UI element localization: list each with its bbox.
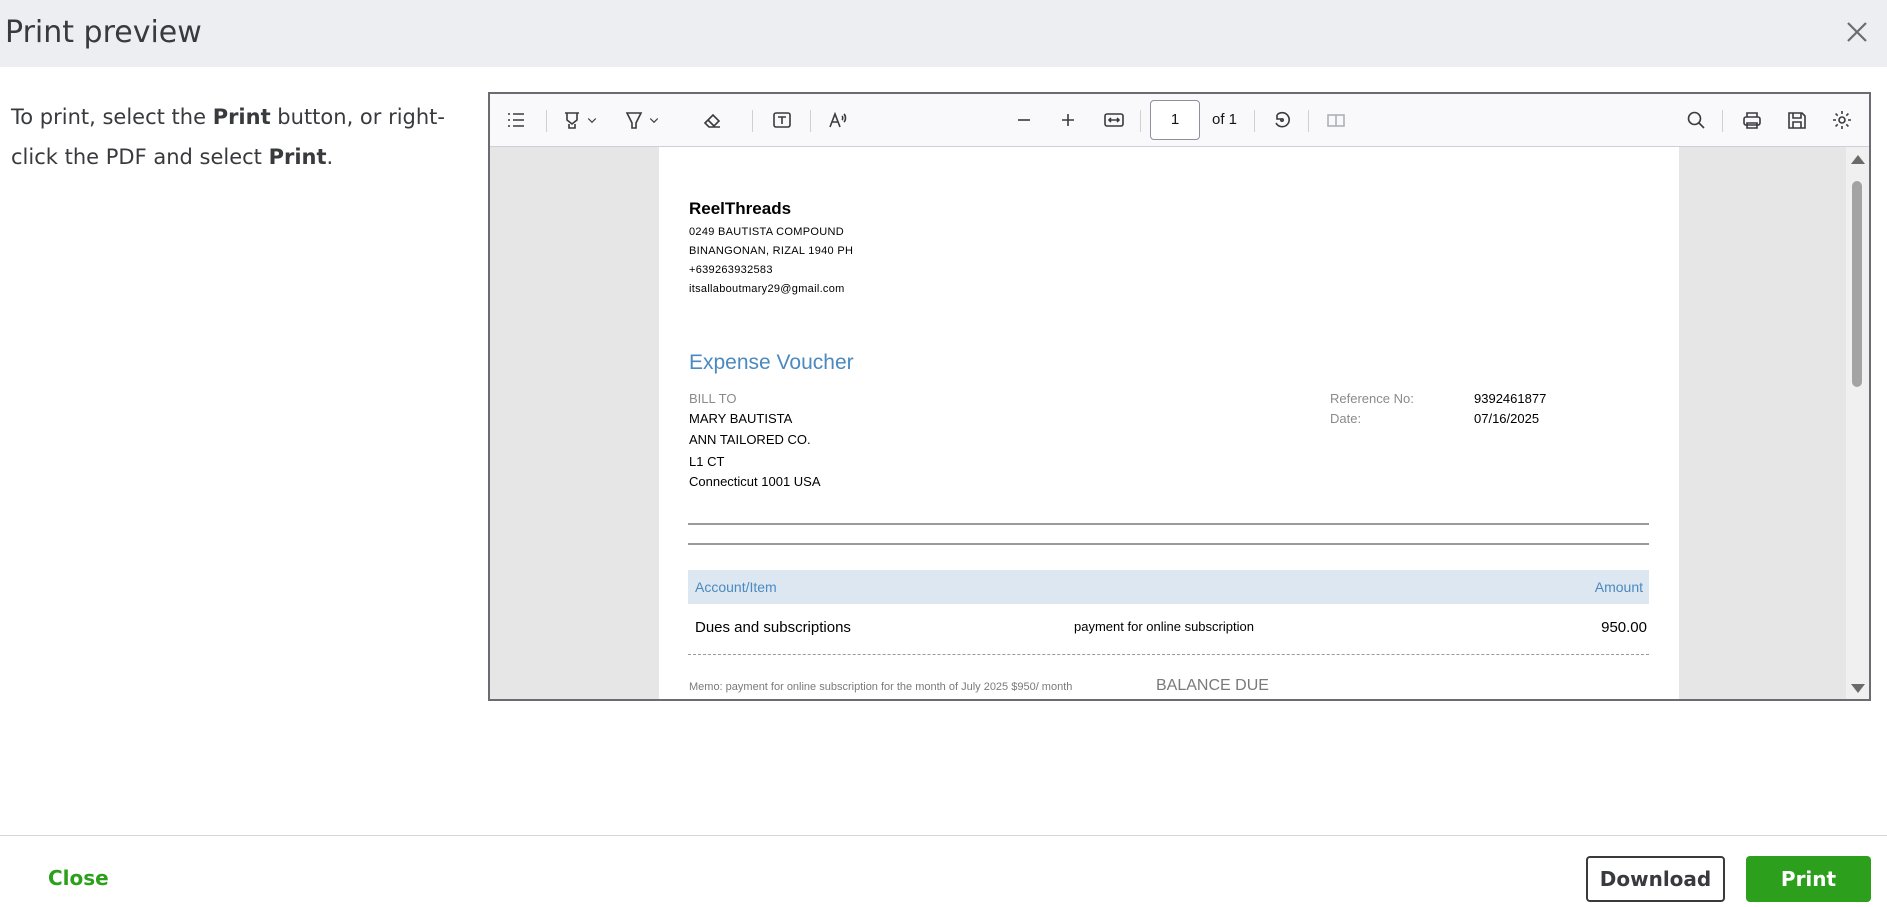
instructions-text-1: To print, select the xyxy=(11,105,213,129)
bill-to-line: MARY BAUTISTA xyxy=(689,411,793,426)
print-button[interactable]: Print xyxy=(1746,856,1871,902)
reference-label: Reference No: xyxy=(1330,391,1414,406)
toolbar-divider xyxy=(1254,110,1255,132)
search-icon[interactable] xyxy=(1682,106,1710,134)
document-title: Expense Voucher xyxy=(689,351,854,374)
company-address-line2: BINANGONAN, RIZAL 1940 PH xyxy=(689,245,854,257)
zoom-in-icon[interactable] xyxy=(1054,106,1082,134)
bill-to-line: L1 CT xyxy=(689,454,725,469)
toolbar-divider xyxy=(1722,110,1723,132)
balance-due-label: BALANCE DUE xyxy=(1156,677,1269,694)
bill-to-line: ANN TAILORED CO. xyxy=(689,432,811,447)
page-number-input[interactable]: 1 xyxy=(1150,100,1200,140)
highlight-icon[interactable] xyxy=(558,106,586,134)
vertical-scrollbar[interactable] xyxy=(1846,147,1869,699)
pdf-toolbar: 1 of 1 xyxy=(490,94,1869,147)
page-count: of 1 xyxy=(1212,111,1238,128)
save-icon[interactable] xyxy=(1783,106,1811,134)
dialog-footer: Close Download Print xyxy=(0,835,1887,907)
instructions-bold-print-2: Print xyxy=(268,145,327,169)
toolbar-divider xyxy=(810,110,811,132)
reference-value: 9392461877 xyxy=(1474,391,1547,406)
company-name: ReelThreads xyxy=(689,199,792,218)
chevron-down-icon[interactable] xyxy=(646,106,662,134)
settings-icon[interactable] xyxy=(1828,106,1856,134)
print-icon[interactable] xyxy=(1738,106,1766,134)
dashed-divider xyxy=(688,654,1649,655)
fit-width-icon[interactable] xyxy=(1100,106,1128,134)
row-amount: 950.00 xyxy=(1601,619,1647,636)
table-header: Account/Item Amount xyxy=(688,570,1649,604)
rotate-icon[interactable] xyxy=(1268,106,1296,134)
bill-to-label: BILL TO xyxy=(689,391,737,406)
toolbar-divider xyxy=(752,110,753,132)
toolbar-divider xyxy=(546,110,547,132)
draw-icon[interactable] xyxy=(620,106,648,134)
close-icon[interactable] xyxy=(1841,16,1873,48)
download-button[interactable]: Download xyxy=(1586,856,1725,902)
text-box-icon[interactable] xyxy=(768,106,796,134)
memo-text: Memo: payment for online subscription fo… xyxy=(689,681,1073,693)
bill-to-line: Connecticut 1001 USA xyxy=(689,474,821,489)
company-address-line1: 0249 BAUTISTA COMPOUND xyxy=(689,226,844,238)
close-button[interactable]: Close xyxy=(48,866,109,890)
sidebar-toggle-icon[interactable] xyxy=(502,106,530,134)
company-email: itsallaboutmary29@gmail.com xyxy=(689,283,845,295)
pdf-viewer: 1 of 1 ReelThreads 0249 BAUTISTA COMPOUN… xyxy=(488,92,1871,701)
toolbar-divider xyxy=(1308,110,1309,132)
read-aloud-icon[interactable] xyxy=(824,106,852,134)
pdf-document-area[interactable]: ReelThreads 0249 BAUTISTA COMPOUND BINAN… xyxy=(490,147,1850,699)
date-value: 07/16/2025 xyxy=(1474,411,1540,426)
scrollbar-thumb[interactable] xyxy=(1852,181,1862,387)
instructions-bold-print-1: Print xyxy=(212,105,271,129)
column-header-account: Account/Item xyxy=(695,579,777,595)
scroll-up-arrow-icon[interactable] xyxy=(1851,155,1865,164)
toolbar-divider xyxy=(1140,110,1141,132)
pdf-page: ReelThreads 0249 BAUTISTA COMPOUND BINAN… xyxy=(659,147,1679,699)
print-instructions: To print, select the Print button, or ri… xyxy=(11,97,481,177)
company-phone: +639263932583 xyxy=(689,264,773,276)
zoom-out-icon[interactable] xyxy=(1010,106,1038,134)
row-description: payment for online subscription xyxy=(1074,619,1254,634)
dialog-header: Print preview xyxy=(0,0,1887,67)
column-header-amount: Amount xyxy=(1594,579,1643,595)
eraser-icon[interactable] xyxy=(698,106,726,134)
divider xyxy=(688,523,1649,525)
two-page-icon[interactable] xyxy=(1322,106,1350,134)
dialog-title: Print preview xyxy=(5,15,202,50)
scroll-down-arrow-icon[interactable] xyxy=(1851,684,1865,693)
instructions-text-3: . xyxy=(326,145,334,169)
chevron-down-icon[interactable] xyxy=(584,106,600,134)
row-account: Dues and subscriptions xyxy=(695,619,851,636)
date-label: Date: xyxy=(1330,411,1362,426)
divider xyxy=(688,543,1649,545)
